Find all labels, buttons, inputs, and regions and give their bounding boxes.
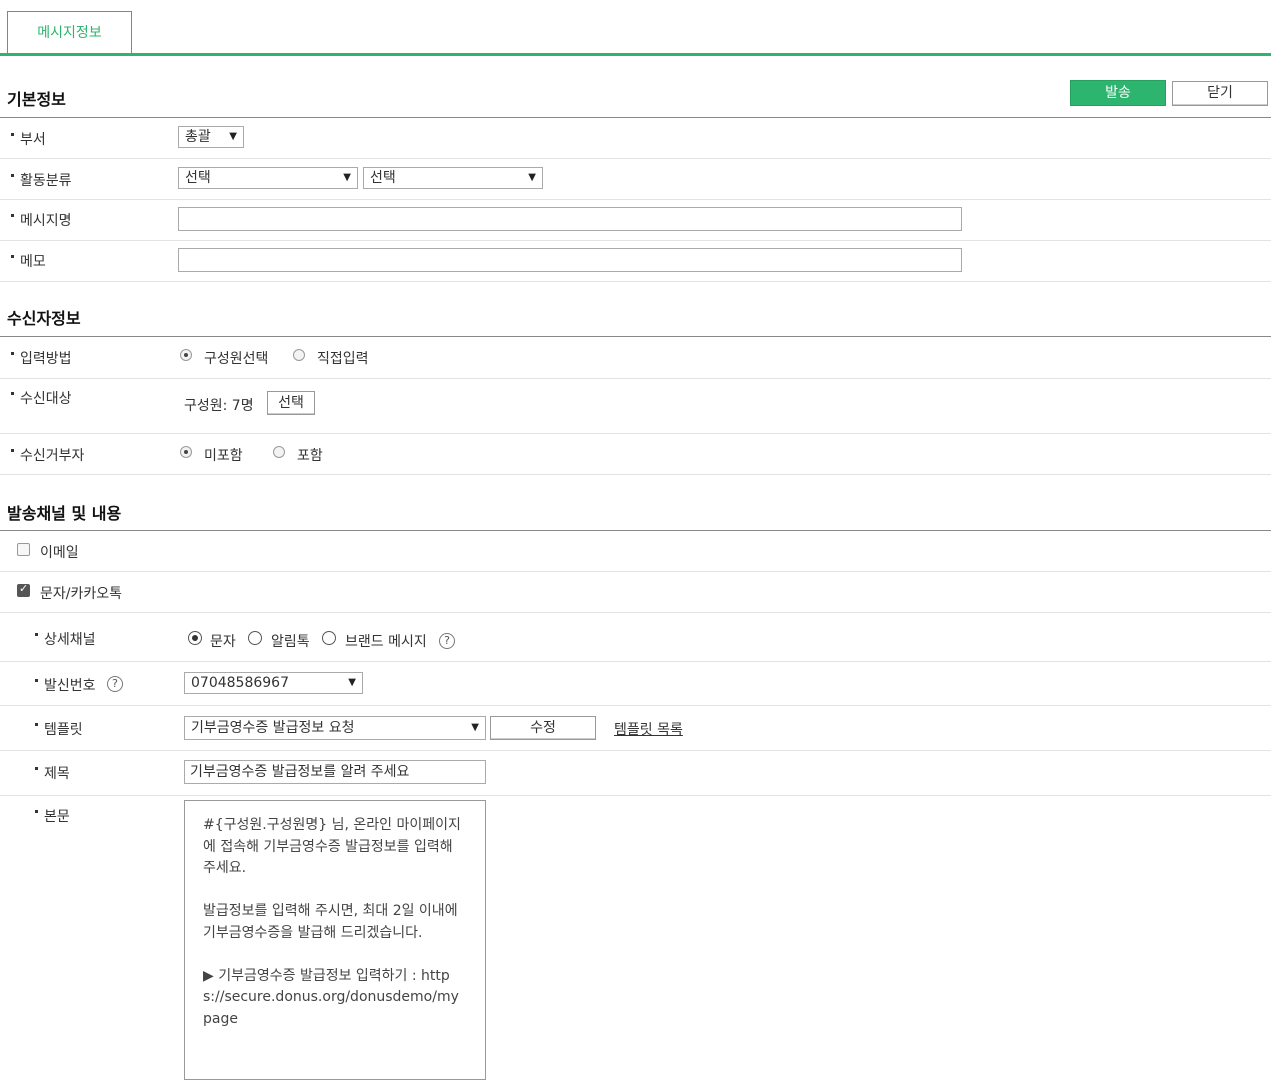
template-select[interactable]: 기부금영수증 발급정보 요청 ▼ [184, 716, 486, 740]
input-method-member-radio[interactable] [180, 349, 192, 361]
divider [0, 705, 1271, 706]
reject-include-radio[interactable] [273, 446, 285, 458]
detail-channel-label: 상세채널 [35, 629, 96, 649]
dept-label: 부서 [11, 129, 46, 149]
subject-label: 제목 [35, 763, 70, 783]
target-select-button[interactable]: 선택 [267, 391, 315, 415]
reject-include-label: 포함 [297, 448, 323, 464]
target-label: 수신대상 [11, 388, 72, 408]
tab-underline [0, 53, 1271, 56]
category-label: 활동분류 [11, 170, 72, 190]
detail-sms-label: 문자 [210, 634, 236, 650]
send-button[interactable]: 발송 [1070, 80, 1166, 106]
divider [0, 281, 1271, 282]
divider [0, 240, 1271, 241]
subject-input[interactable]: 기부금영수증 발급정보를 알려 주세요 [184, 760, 486, 784]
divider [0, 530, 1271, 531]
divider [0, 612, 1271, 613]
template-edit-button[interactable]: 수정 [490, 716, 596, 740]
divider [0, 433, 1271, 434]
template-label: 템플릿 [35, 719, 83, 739]
help-icon[interactable]: ? [439, 633, 455, 649]
input-method-direct-radio[interactable] [293, 349, 305, 361]
detail-sms-radio[interactable] [188, 631, 202, 645]
reject-exclude-radio[interactable] [180, 446, 192, 458]
category-select-1[interactable]: 선택 ▼ [178, 167, 358, 189]
divider [0, 158, 1271, 159]
detail-alimtalk-label: 알림톡 [271, 634, 310, 650]
email-label: 이메일 [40, 545, 79, 561]
template-list-link[interactable]: 템플릿 목록 [614, 719, 683, 739]
message-name-input[interactable] [178, 207, 962, 231]
reject-exclude-label: 미포함 [204, 448, 243, 464]
divider [0, 750, 1271, 751]
sender-number-select[interactable]: 07048586967 ▼ [184, 672, 363, 694]
divider [0, 795, 1271, 796]
body-textarea[interactable]: #{구성원.구성원명} 님, 온라인 마이페이지에 접속해 기부금영수증 발급정… [184, 800, 486, 1080]
divider [0, 199, 1271, 200]
divider [0, 378, 1271, 379]
detail-alimtalk-radio[interactable] [248, 631, 262, 645]
detail-brand-label: 브랜드 메시지 [345, 634, 427, 650]
target-count: 구성원: 7명 [184, 398, 254, 414]
section-title-channel: 발송채널 및 내용 [7, 504, 122, 523]
divider [0, 336, 1271, 337]
message-name-label: 메시지명 [11, 210, 72, 230]
tab-bar: 메시지정보 [0, 0, 1271, 56]
divider [0, 571, 1271, 572]
input-method-direct-label: 직접입력 [317, 351, 369, 367]
sms-label: 문자/카카오톡 [40, 586, 122, 602]
sms-checkbox[interactable] [17, 582, 30, 597]
section-title-basic: 기본정보 [7, 90, 66, 109]
body-label: 본문 [35, 806, 70, 826]
divider [0, 661, 1271, 662]
tab-message-info[interactable]: 메시지정보 [7, 11, 132, 53]
section-title-recipient: 수신자정보 [7, 309, 81, 328]
input-method-label: 입력방법 [11, 348, 72, 368]
dept-select[interactable]: 총괄 ▼ [178, 126, 244, 148]
email-checkbox[interactable] [17, 543, 30, 556]
input-method-member-label: 구성원선택 [204, 351, 269, 367]
close-button[interactable]: 닫기 [1172, 81, 1268, 106]
memo-label: 메모 [11, 251, 46, 271]
divider [0, 474, 1271, 475]
reject-label: 수신거부자 [11, 445, 84, 465]
category-select-2[interactable]: 선택 ▼ [363, 167, 543, 189]
divider [0, 117, 1271, 118]
detail-brand-radio[interactable] [322, 631, 336, 645]
help-icon[interactable]: ? [107, 676, 123, 692]
memo-input[interactable] [178, 248, 962, 272]
sender-number-label: 발신번호 [35, 675, 96, 695]
